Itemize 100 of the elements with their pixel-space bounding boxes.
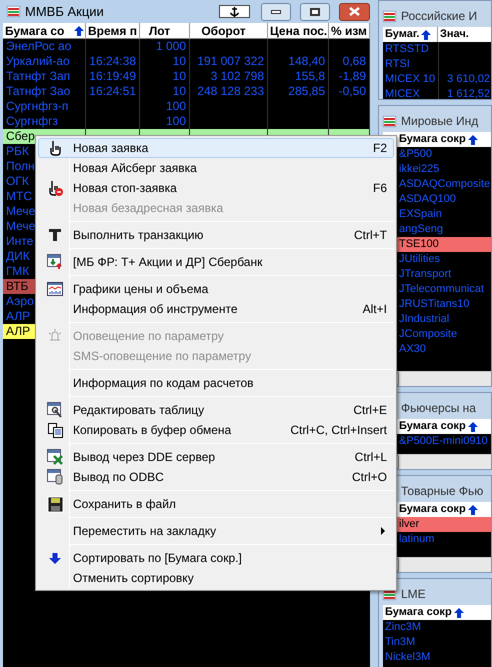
close-icon [349,7,360,16]
table-cell: 3 102 798 [210,69,264,83]
table-cell: ГМК [6,264,30,278]
table-cell: ЭнелРос ао [6,39,72,53]
table-cell: Татнфт Зап [6,69,70,83]
window-title: Товарные Фью [401,483,484,500]
table-cell: -0,50 [338,84,366,98]
table-cell: JUtilities [399,253,440,265]
table-cell: EXSpain [399,208,442,220]
window-title: Фьючерсы на [401,400,476,417]
table-cell: 10 [172,84,186,98]
table-cell: Мече [6,219,36,233]
table-cell: МТС [6,189,32,203]
table-cell: 10 [172,54,186,68]
table-cell: latinum [399,533,434,545]
table-cell: 16:24:51 [89,84,136,98]
table-cell: Сургнфгз [6,114,58,128]
copy-icon [48,422,62,438]
table-cell: ASDAQComposite [399,178,490,190]
table-cell: Инте [6,234,34,248]
table-cell: АЛР [6,324,30,338]
table-cell: 1 612,52 [447,88,490,99]
table-cell: JRUSTitans10 [399,298,470,310]
table-cell: 16:24:38 [89,54,136,68]
table-cell: 155,8 [294,69,325,83]
table-cell: ikkei225 [399,163,440,175]
table-cell: ДИК [6,249,30,263]
table-cell: 3 610,02 [447,73,490,85]
menu-item[interactable]: Сортировать по [Бумага сокр.] [38,548,394,568]
table-cell: JComposite [399,328,458,340]
hand-stop-icon [47,180,63,196]
table-cell: 148,40 [288,54,325,68]
table-cell: Zinc3M [385,621,422,633]
table-icon [7,6,20,17]
menu-item[interactable]: Новая заявка F2 [38,138,394,158]
table-export-icon [47,449,63,465]
table-icon [383,10,396,22]
restore-button[interactable] [300,2,330,20]
restore-icon [310,8,320,16]
table-cell: MICEX [385,88,420,99]
table-cell: AX30 [399,343,426,355]
table-cell: Сургнфгз-п [6,99,68,113]
table-cell: angSeng [399,223,444,235]
window-title: ММВБ Акции [25,2,104,21]
table-cell: ОГК [6,174,29,188]
table-cell: JTelecommunicat [399,283,484,295]
sort-arrow-icon [468,422,478,432]
table-cell: Уркалий-ао [6,54,70,68]
down-arrow-icon [49,552,61,564]
table-cell: 1 000 [156,39,186,53]
table-cell: 0,68 [342,54,366,68]
menu-item[interactable]: Отменить сортировку [38,568,394,588]
table-cell: 16:19:49 [89,69,136,83]
table-cell: ВТБ [6,279,28,293]
table-cell: &P500E-mini0910 [399,435,488,447]
table-cell: ilver [399,518,420,530]
menu-item[interactable]: Новая стоп-заявка F6 [38,178,394,198]
table-cell: ASDAQ100 [399,193,456,205]
anchor-button[interactable] [219,5,250,18]
menu-item[interactable]: Информация по кодам расчетов [38,373,394,393]
hand-icon [48,140,62,156]
table-cell: 10 [172,69,186,83]
table-icon [383,116,396,126]
table-cell: JTransport [399,268,452,280]
table-cell: Мече [6,204,36,218]
table-cell: Аэро [6,294,34,308]
menu-item[interactable]: Вывод через DDE сервер Ctrl+L [38,447,394,467]
table-cell: АЛР [6,309,30,323]
table-cell: 100 [166,99,186,113]
minimize-button[interactable] [261,2,291,20]
sort-arrow-icon [421,30,432,40]
table-import-icon [47,254,63,270]
table-cell: -1,89 [338,69,366,83]
table-cell: TSE100 [399,238,439,250]
table-cell: Татнфт Зао [6,84,70,98]
table-cell: 100 [166,114,186,128]
sort-arrow-icon [468,134,478,144]
menu-item[interactable]: [МБ ФР: Т+ Акции и ДР] Сбербанк [38,252,394,272]
window-title: Российские И [401,8,478,25]
close-button[interactable] [339,2,370,20]
table-cell: Nickel3M [385,651,430,663]
sort-arrow-icon [454,608,464,618]
chart-icon [47,282,63,296]
table-cell: MICEX 10 [385,73,436,85]
window-title: Мировые Инд [401,113,478,130]
menu-item[interactable]: Информация об инструменте Alt+I [38,299,394,319]
t-tool-icon [48,228,62,242]
menu-item[interactable]: Вывод по ODBC Ctrl+O [38,467,394,487]
table-edit-icon [47,402,63,418]
table-cell: 285,85 [288,84,325,98]
table-cell: RTSI [385,58,410,70]
menu-item[interactable]: Графики цены и объема [38,279,394,299]
sort-arrow-icon [74,26,84,36]
menu-item[interactable]: Новая Айсберг заявка [38,158,394,178]
table-cell: 191 007 322 [197,54,264,68]
table-cell: Сбер [6,129,35,143]
table-cell: Tin3M [385,636,416,648]
table-cell: 248 128 233 [197,84,264,98]
sort-arrow-icon [468,504,478,514]
menu-item[interactable]: Редактировать таблицу Ctrl+E [38,400,394,420]
